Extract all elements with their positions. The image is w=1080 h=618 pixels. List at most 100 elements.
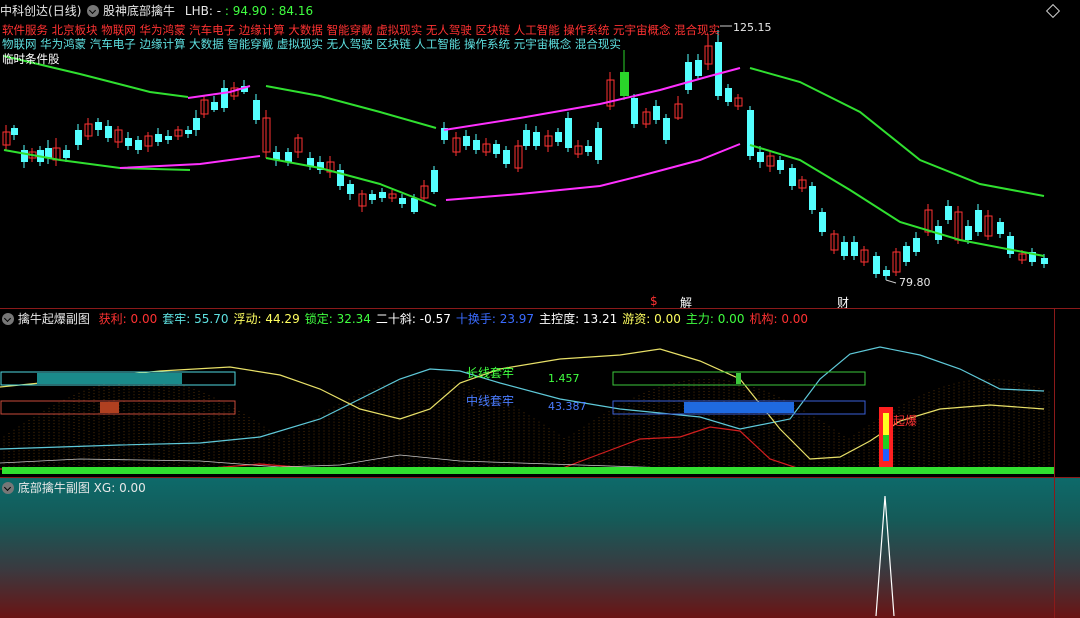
candle-body-green [620,72,629,96]
sub1-field-value: 0.00 [713,312,745,326]
candle-body [565,118,572,148]
candle-body [75,130,82,145]
candle-body [809,186,816,210]
candle-body [253,100,260,120]
candle-body [585,146,592,152]
sub1-field-value: 0.00 [650,312,681,326]
candle-body [725,88,732,102]
candle-body [851,242,858,256]
concept-list-cyan: 物联网 华为鸿蒙 汽车电子 边缘计算 大数据 智能穿戴 虚拟现实 无人驾驶 区块… [2,37,621,51]
candle-body [715,42,722,96]
band-upper-green-2 [265,85,437,129]
period-label[interactable]: (日线) [48,4,81,18]
sub-chart-2-plot[interactable] [0,478,1080,618]
sub1-field-label: 浮动: [233,312,262,326]
long-lock-fill-left [37,373,182,384]
band-lower-magenta-1 [119,155,261,169]
sub1-field-3: 锁定: 32.34 [305,312,371,326]
candle-body [695,60,702,76]
main-chart-panel[interactable]: 中科创达(日线) 股神底部擒牛 LHB: - : 94.90 : 84.16 软… [0,0,1080,310]
candle-body [1007,236,1014,254]
candle-body [379,192,386,198]
burst-bar-blue [883,449,889,461]
band-upper-magenta-1 [187,85,251,99]
candle-body [841,242,848,256]
candle-body [595,128,602,160]
burst-bar-yellow [883,413,889,435]
sub1-field-value: -0.57 [415,312,451,326]
sub1-field-value: 44.29 [261,312,300,326]
candle-body [819,212,826,232]
candle-body [473,140,480,150]
candle-body [369,194,376,200]
candle-body [155,134,162,142]
marker-s[interactable]: $ [650,294,658,308]
sub2-header: 底部擒牛副图 XG: 0.00 [0,480,146,496]
candle-body [965,226,972,240]
lhb-value-2: : 84.16 [270,4,314,18]
sub1-field-label: 十换手: [455,312,496,326]
candle-body [165,136,172,140]
indicator-menu-icon[interactable] [87,5,100,17]
sub1-header: 擒牛起爆副图 获利: 0.00 套牢: 55.70 浮动: 44.29 锁定: 32.… [0,311,808,327]
bottom-signal-bar [2,467,1054,474]
sub1-field-value: 0.00 [777,312,809,326]
candle-body [663,118,670,140]
high-price-label: 125.15 [733,21,772,34]
candle-body [125,138,132,146]
burst-bar-green [883,435,889,449]
candle-body [533,132,540,146]
mid-lock-label: 中线套牢 [466,394,515,408]
candle-body [555,132,562,142]
lhb-label: LHB: - [184,4,222,18]
candle-body [185,130,192,134]
lhb-value-1: : 94.90 [224,4,268,18]
sub1-field-value: 55.70 [190,312,229,326]
sub1-field-4: 二十斜: -0.57 [376,312,451,326]
sub-chart-1-panel[interactable]: 擒牛起爆副图 获利: 0.00 套牢: 55.70 浮动: 44.29 锁定: 32.… [0,309,1080,477]
sub1-field-9: 机构: 0.00 [749,312,808,326]
burst-label: 起爆 [893,414,918,428]
candle-body [21,150,28,162]
indicator-name[interactable]: 股神底部擒牛 [103,4,175,18]
band-upper-magenta-2 [443,67,741,131]
sub2-title[interactable]: 底部擒牛副图 [18,481,90,495]
candle-body [903,246,910,262]
sub2-menu-icon[interactable] [2,482,14,494]
sub1-menu-icon[interactable] [2,313,14,325]
sub1-field-6: 主控度: 13.21 [539,312,617,326]
stock-name[interactable]: 中科创达 [0,4,48,18]
sub1-field-label: 机构: [749,312,778,326]
candle-body [95,122,102,130]
sub1-field-5: 十换手: 23.97 [456,312,534,326]
candle-body [631,98,638,124]
candle-body [193,118,200,130]
sub1-field-0: 获利: 0.00 [99,312,158,326]
candle-body [11,128,18,135]
low-marker-line [885,279,897,284]
sub1-field-value: 0.00 [126,312,158,326]
sub1-field-label: 套牢: [162,312,191,326]
band-lower-green-2 [265,157,437,207]
candle-body [873,256,880,274]
candle-body [285,152,292,162]
candle-body [399,198,406,204]
sub1-field-value: 23.97 [495,312,535,326]
mid-lock-fill-right [684,402,794,413]
sub1-field-label: 二十斜: [375,312,416,326]
band-lower-green-3 [749,144,1045,257]
candle-body [503,150,510,164]
sub1-field-value: 13.21 [579,312,618,326]
condition-label: 临时条件股 [2,52,60,66]
sub1-field-7: 游资: 0.00 [622,312,681,326]
sub-chart-2-panel[interactable]: 底部擒牛副图 XG: 0.00 [0,478,1080,618]
xg-value: 0.00 [119,481,146,495]
sub1-field-label: 游资: [622,312,651,326]
sub1-fields: 获利: 0.00 套牢: 55.70 浮动: 44.29 锁定: 32.34 二十斜: … [94,312,808,326]
main-header: 中科创达(日线) 股神底部擒牛 LHB: - : 94.90 : 84.16 [0,3,313,19]
sub1-title[interactable]: 擒牛起爆副图 [18,312,90,326]
candle-body [883,270,890,276]
sub-chart-1-plot[interactable] [0,309,1080,477]
candle-body [945,206,952,220]
candle-body [493,144,500,154]
